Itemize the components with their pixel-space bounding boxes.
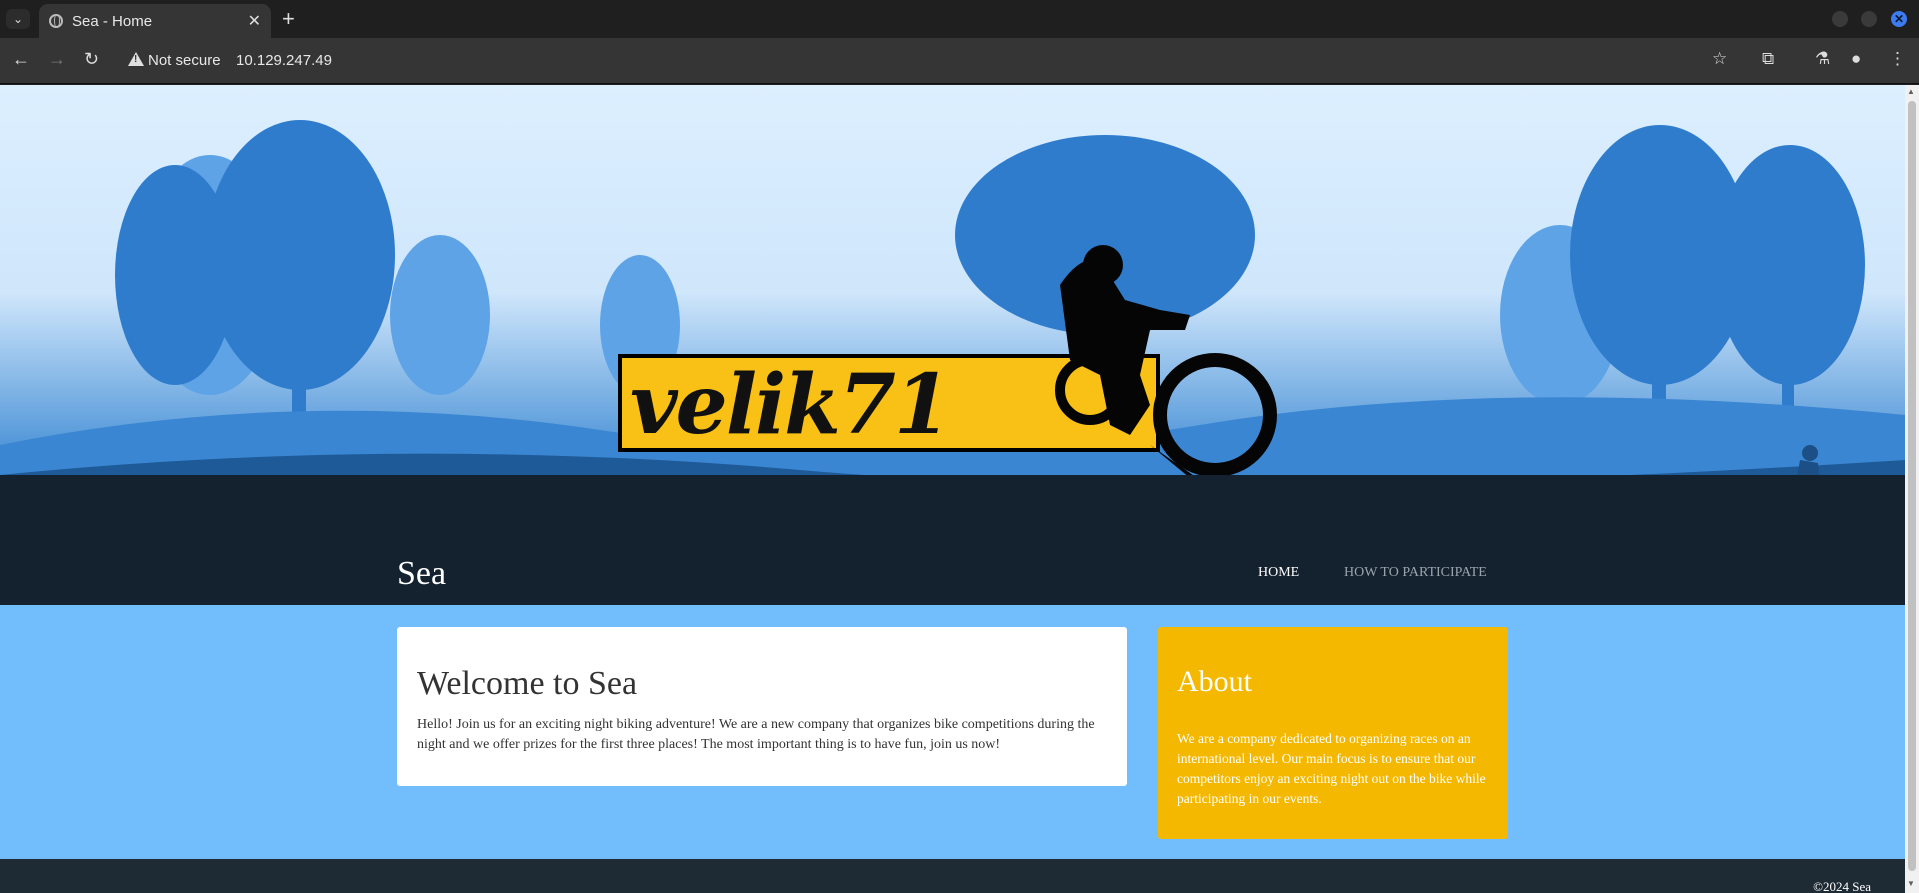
new-tab-plus-icon[interactable]: + (282, 6, 295, 32)
browser-tab-strip: ⌄ Sea - Home ✕ + ✕ (0, 0, 1919, 38)
scroll-thumb[interactable] (1908, 101, 1916, 871)
warning-icon (128, 52, 144, 66)
nav-link-home[interactable]: HOME (1258, 565, 1299, 581)
welcome-title: Welcome to Sea (417, 665, 638, 702)
reload-icon[interactable]: ↻ (84, 49, 99, 70)
globe-icon (49, 14, 63, 28)
nav-link-how-to-participate[interactable]: HOW TO PARTICIPATE (1344, 565, 1487, 581)
web-page: velik71 Sea HOME HOW TO PARTICIPATE Welc… (0, 85, 1905, 893)
site-footer: ©2024 Sea (0, 859, 1905, 893)
tab-title: Sea - Home (72, 13, 153, 30)
hero-banner: velik71 (0, 85, 1905, 605)
bookmark-star-icon[interactable]: ☆ (1712, 49, 1727, 69)
menu-kebab-icon[interactable]: ⋮ (1889, 49, 1906, 69)
site-title[interactable]: Sea (397, 555, 446, 593)
browser-toolbar: ← → ↻ Not secure 10.129.247.49 ☆ ⧉ ⚗ ● ⋮ (0, 38, 1919, 84)
scroll-down-arrow-icon[interactable]: ▼ (1907, 879, 1915, 888)
back-arrow-icon[interactable]: ← (12, 49, 30, 70)
extensions-puzzle-icon[interactable]: ⧉ (1762, 49, 1774, 69)
forward-arrow-icon[interactable]: → (48, 49, 66, 70)
about-text: We are a company dedicated to organizing… (1177, 731, 1486, 806)
minimize-window-button[interactable] (1832, 11, 1848, 27)
security-indicator[interactable]: Not secure (148, 52, 221, 69)
tab-close-icon[interactable]: ✕ (248, 11, 261, 31)
welcome-card: Welcome to Sea Hello! Join us for an exc… (397, 627, 1127, 786)
welcome-text: Hello! Join us for an exciting night bik… (417, 717, 1095, 752)
profile-icon[interactable]: ● (1851, 49, 1861, 69)
page-scrollbar[interactable]: ▲ ▼ (1905, 85, 1919, 893)
about-card: About We are a company dedicated to orga… (1158, 627, 1508, 839)
url-text[interactable]: 10.129.247.49 (236, 52, 332, 69)
browser-tab[interactable]: Sea - Home ✕ (39, 4, 271, 38)
address-bar[interactable]: Not secure 10.129.247.49 (122, 44, 1734, 78)
maximize-window-button[interactable] (1861, 11, 1877, 27)
scroll-up-arrow-icon[interactable]: ▲ (1907, 87, 1915, 96)
tab-search-chevron-icon[interactable]: ⌄ (6, 9, 30, 29)
logo-text: velik71 (630, 357, 951, 453)
header-band (0, 475, 1905, 605)
close-window-button[interactable]: ✕ (1891, 11, 1907, 27)
copyright-text: ©2024 Sea (1813, 879, 1871, 893)
about-title: About (1177, 665, 1252, 698)
labs-flask-icon[interactable]: ⚗ (1815, 49, 1830, 69)
